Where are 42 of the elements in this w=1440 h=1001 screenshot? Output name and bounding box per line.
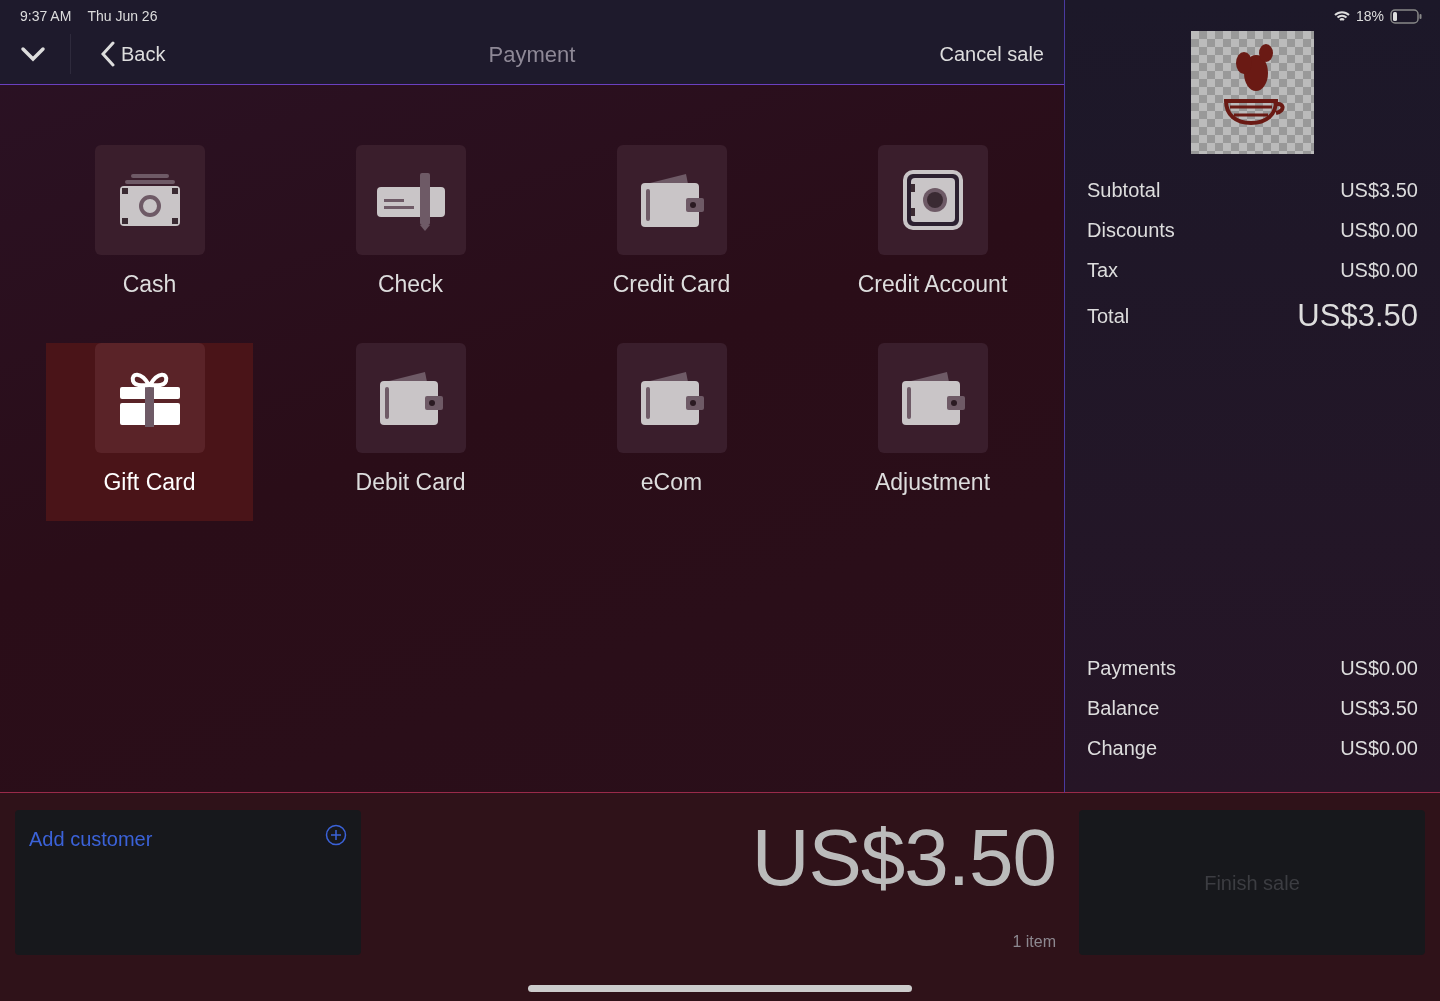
page-title: Payment (488, 41, 576, 67)
wallet-icon (378, 370, 443, 426)
total-amount: US$3.50 (751, 818, 1056, 898)
payment-method-tile[interactable]: Credit Card (568, 145, 775, 323)
summary-label: Total (1087, 304, 1130, 329)
payment-method-tile[interactable]: Credit Account (829, 145, 1036, 323)
battery-icon (1390, 9, 1422, 24)
payment-method-tile[interactable]: Gift Card (46, 343, 253, 521)
wallet-icon (900, 370, 965, 426)
cash-icon (118, 172, 181, 228)
summary-value: US$3.50 (1297, 296, 1418, 335)
wallet-icon (639, 370, 704, 426)
wallet-icon (639, 172, 704, 228)
plus-circle-icon (325, 824, 347, 846)
summary-label: Balance (1087, 696, 1160, 721)
chevron-left-icon (101, 41, 115, 67)
summary-label: Payments (1087, 656, 1176, 681)
summary-value: US$3.50 (1340, 696, 1418, 721)
summary-label: Change (1087, 736, 1158, 761)
status-date: Thu Jun 26 (87, 7, 158, 26)
item-count: 1 item (1012, 932, 1056, 952)
battery-percentage: 18% (1355, 7, 1384, 26)
summary-label: Subtotal (1087, 178, 1161, 203)
summary-label: Discounts (1087, 218, 1175, 243)
payment-method-tile[interactable]: Check (307, 145, 514, 323)
wifi-icon (1333, 10, 1350, 23)
cancel-sale-button[interactable]: Cancel sale (939, 39, 1044, 69)
summary-value: US$3.50 (1340, 178, 1418, 203)
collapse-button[interactable] (20, 34, 71, 74)
payment-method-tile[interactable]: Adjustment (829, 343, 1036, 521)
payment-method-tile[interactable]: Cash (46, 145, 253, 323)
payment-method-tile[interactable]: Debit Card (307, 343, 514, 521)
summary-value: US$0.00 (1340, 258, 1418, 283)
status-time: 9:37 AM (20, 7, 72, 26)
summary-value: US$0.00 (1340, 656, 1418, 681)
summary-label: Tax (1087, 258, 1119, 283)
summary-value: US$0.00 (1340, 736, 1418, 761)
safe-icon (902, 170, 963, 230)
back-button[interactable]: Back (101, 39, 166, 69)
chevron-down-icon (20, 46, 46, 62)
summary-value: US$0.00 (1340, 218, 1418, 243)
payment-method-tile[interactable]: eCom (568, 343, 775, 521)
